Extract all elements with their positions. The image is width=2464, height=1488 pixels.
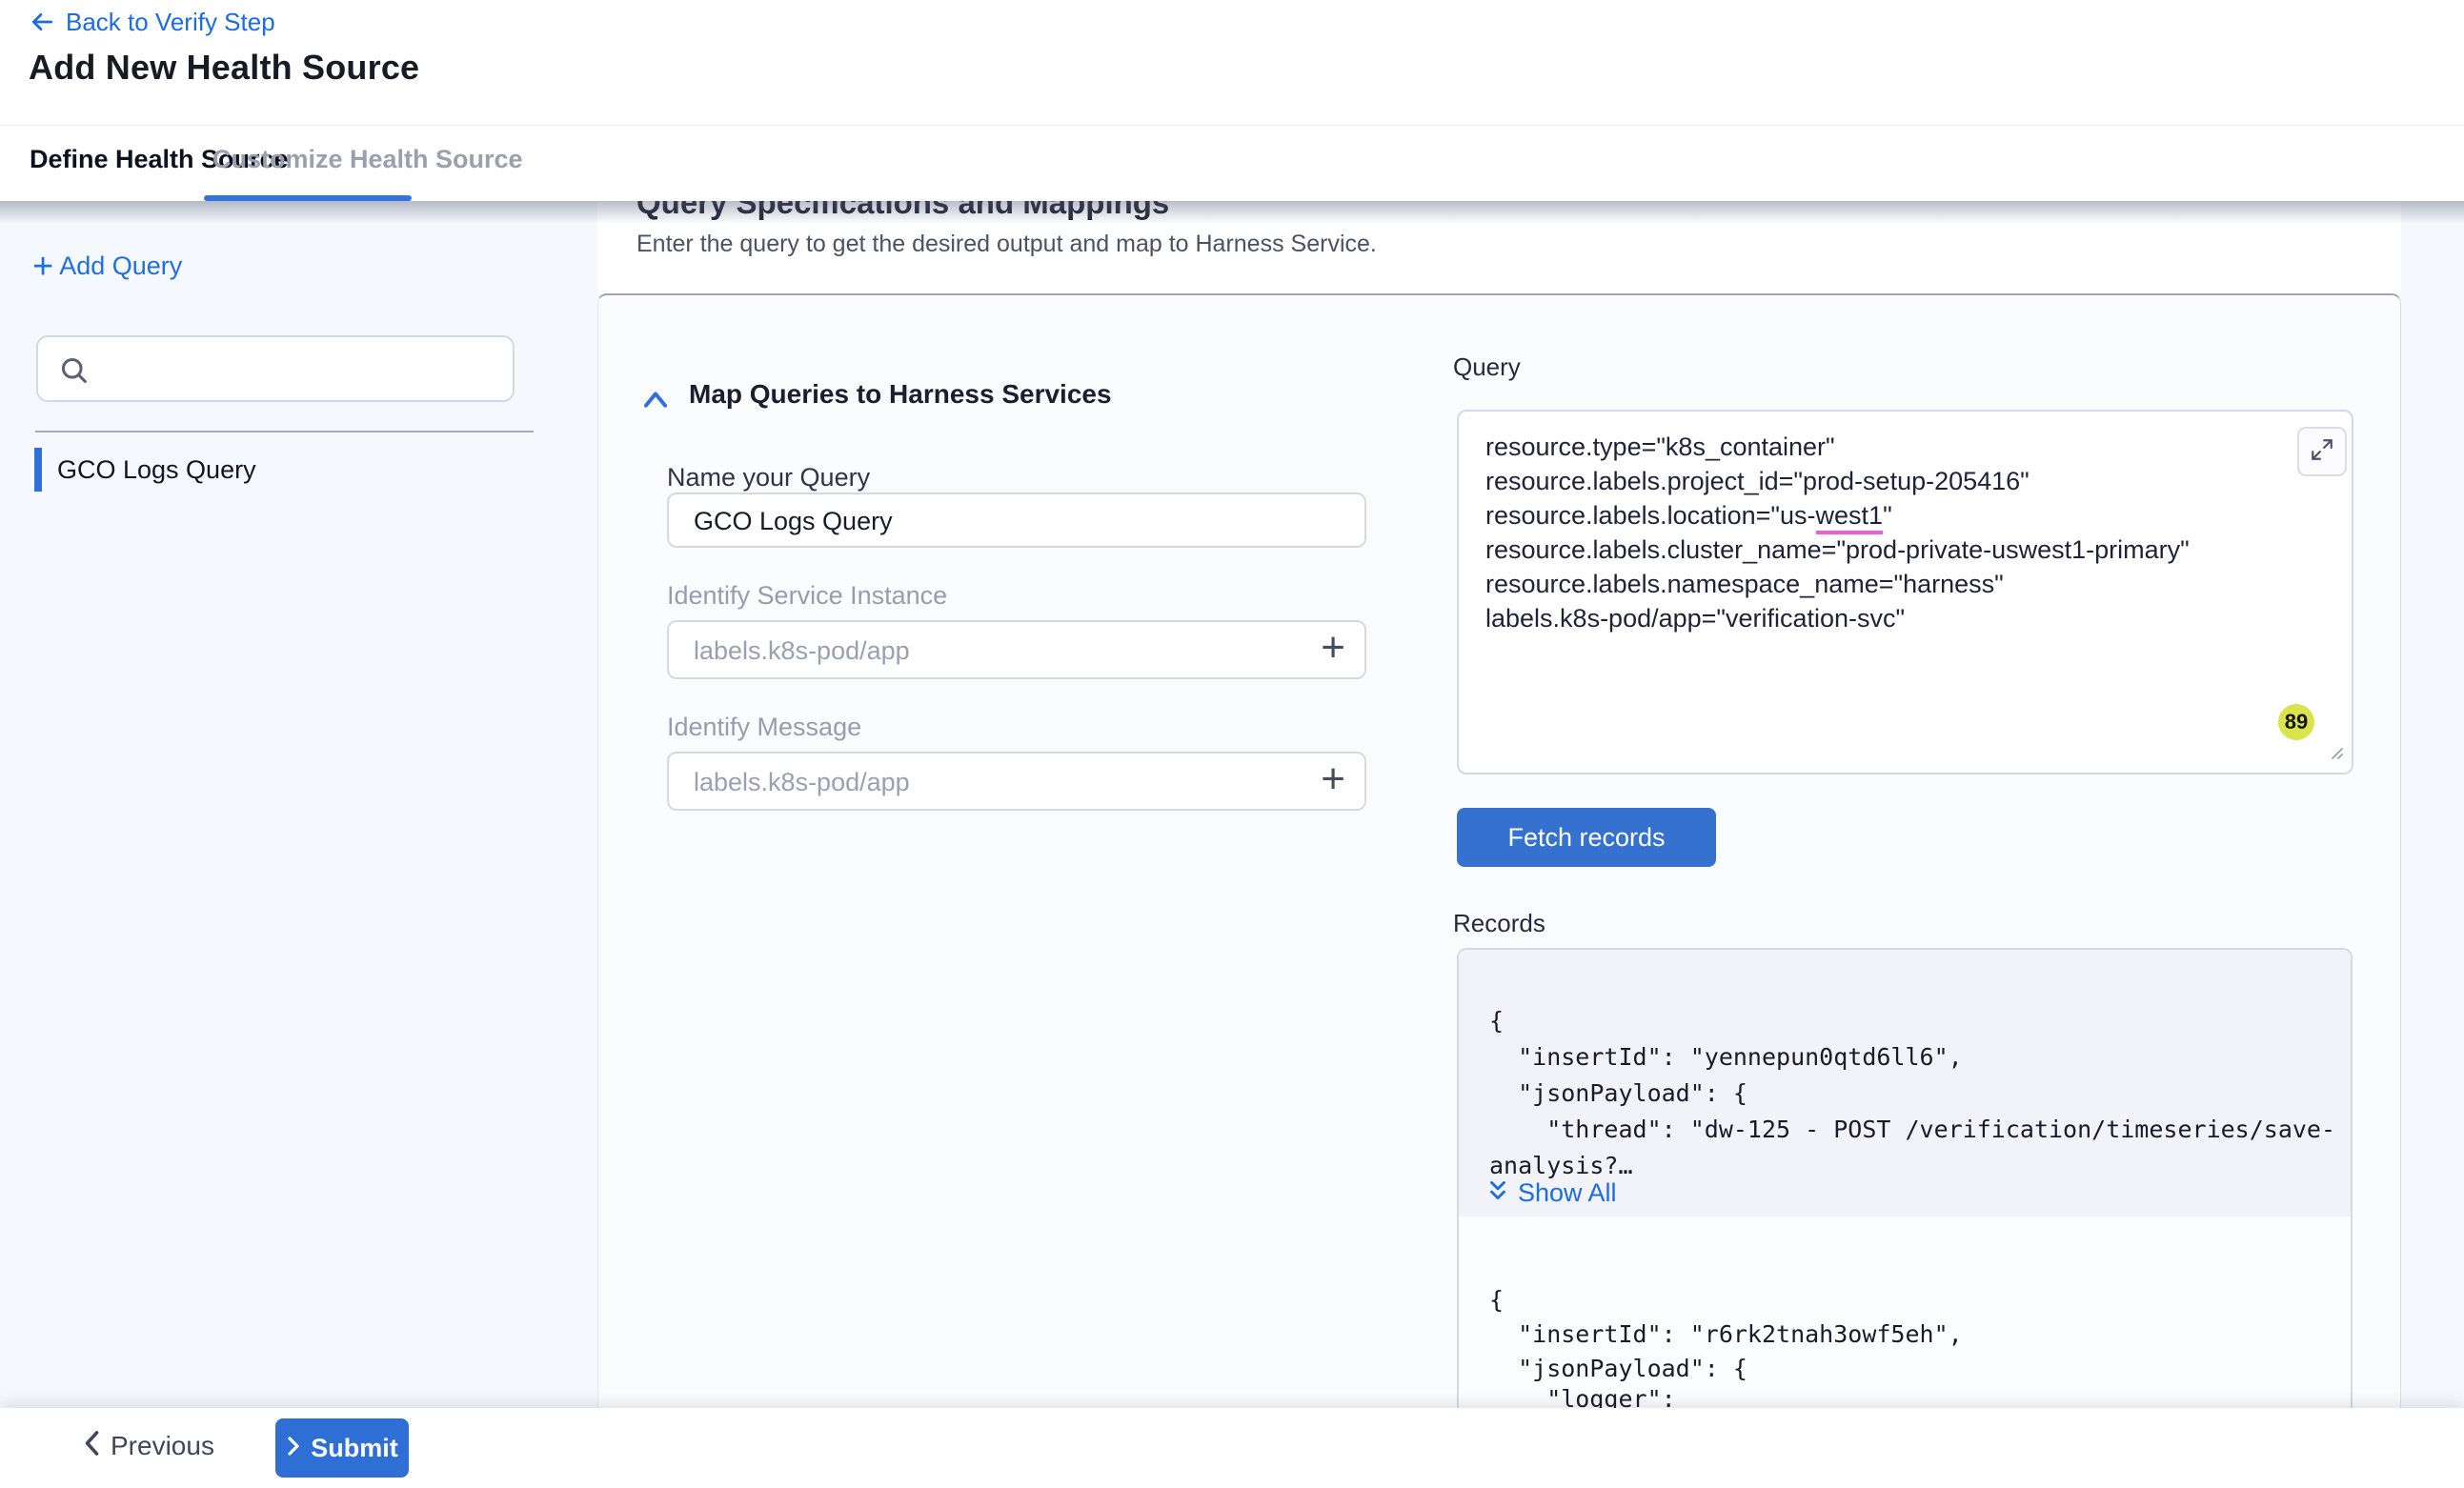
record-json-line: "insertId": "r6rk2tnah3owf5eh", <box>1489 1320 1963 1348</box>
previous-button[interactable]: Previous <box>82 1429 214 1462</box>
record-json-line: { <box>1489 1286 1504 1314</box>
query-name-field <box>667 493 1366 548</box>
query-line: labels.k8s-pod/app="verification-svc" <box>1485 604 1905 633</box>
chevron-up-icon[interactable] <box>642 390 669 413</box>
query-line: resource.labels.project_id="prod-setup-2… <box>1485 467 2030 496</box>
message-field: + <box>667 752 1366 811</box>
query-name-input[interactable] <box>692 497 1305 545</box>
record-json-line: "jsonPayload": { <box>1489 1079 1747 1107</box>
query-line: resource.labels.cluster_name="prod-priva… <box>1485 535 2190 565</box>
identify-service-instance-label: Identify Service Instance <box>667 581 947 611</box>
query-search-box <box>36 335 515 402</box>
record-json-line: "thread": "dw-125 - POST /verification/t… <box>1489 1116 2335 1143</box>
add-health-source-page: Query Specifications and Mappings Back t… <box>0 0 2464 1488</box>
sidebar-item-gco-logs-query[interactable]: GCO Logs Query <box>34 448 549 492</box>
record-json-line: "insertId": "yennepun0qtd6ll6", <box>1489 1043 1963 1071</box>
record-json-line: { <box>1489 1007 1504 1035</box>
query-textarea[interactable]: resource.type="k8s_container" resource.l… <box>1457 410 2353 774</box>
record-json-line: analysis?… <box>1489 1152 1633 1179</box>
fetch-records-button[interactable]: Fetch records <box>1457 808 1716 867</box>
show-all-link[interactable]: Show All <box>1487 1178 1617 1208</box>
map-queries-title: Map Queries to Harness Services <box>689 379 1112 410</box>
spellcheck-underline: west1 <box>1816 501 1884 534</box>
service-instance-field: + <box>667 620 1366 679</box>
active-item-indicator <box>34 448 42 492</box>
active-tab-underline <box>204 195 412 201</box>
back-link-label: Back to Verify Step <box>66 8 275 37</box>
query-sidebar: + Add Query GCO Logs Query <box>0 202 597 1408</box>
tab-customize-health-source[interactable]: Customize Health Source <box>212 145 523 174</box>
add-service-instance-icon[interactable]: + <box>1321 620 1345 675</box>
submit-button[interactable]: Submit <box>275 1418 409 1478</box>
footer-bar: Previous Submit <box>0 1408 2464 1488</box>
query-line: resource.type="k8s_container" <box>1485 432 1835 462</box>
add-query-label: Add Query <box>59 251 182 281</box>
record-card: { "insertId": "yennepun0qtd6ll6", "jsonP… <box>1459 950 2353 1217</box>
name-your-query-label: Name your Query <box>667 463 870 493</box>
page-title: Add New Health Source <box>29 48 419 88</box>
query-item-label: GCO Logs Query <box>57 455 256 485</box>
fullscreen-icon <box>2310 437 2334 467</box>
query-label: Query <box>1453 352 1521 382</box>
query-line: resource.labels.namespace_name="harness" <box>1485 570 2004 599</box>
search-input[interactable] <box>105 341 499 396</box>
add-message-icon[interactable]: + <box>1321 752 1345 807</box>
double-chevron-down-icon <box>1487 1178 1508 1208</box>
section-subheading: Enter the query to get the desired outpu… <box>636 231 1377 258</box>
chevron-left-icon <box>82 1429 101 1462</box>
add-query-button[interactable]: + Add Query <box>32 251 182 281</box>
query-line: resource.labels.location="us-west1" <box>1485 501 1892 531</box>
records-container: { "insertId": "yennepun0qtd6ll6", "jsonP… <box>1457 948 2353 1410</box>
message-input[interactable] <box>692 758 1305 806</box>
chevron-right-icon <box>286 1435 301 1462</box>
query-mapping-card: Map Queries to Harness Services Name you… <box>597 293 2401 1408</box>
char-count-badge: 89 <box>2278 704 2314 740</box>
resize-handle-icon[interactable] <box>2325 741 2346 767</box>
header-divider <box>0 125 2464 126</box>
previous-label: Previous <box>111 1431 214 1461</box>
sidebar-divider <box>35 431 534 432</box>
back-link[interactable]: Back to Verify Step <box>30 8 275 36</box>
back-arrow-icon <box>30 11 54 32</box>
show-all-label: Show All <box>1518 1178 1617 1208</box>
header: Back to Verify Step Add New Health Sourc… <box>0 0 2464 201</box>
plus-icon: + <box>32 252 53 281</box>
identify-message-label: Identify Message <box>667 713 861 742</box>
record-json-line: "jsonPayload": { <box>1489 1355 1747 1382</box>
expand-query-button[interactable] <box>2297 427 2347 476</box>
service-instance-input[interactable] <box>692 627 1305 674</box>
submit-label: Submit <box>311 1434 398 1463</box>
records-label: Records <box>1453 909 1545 938</box>
